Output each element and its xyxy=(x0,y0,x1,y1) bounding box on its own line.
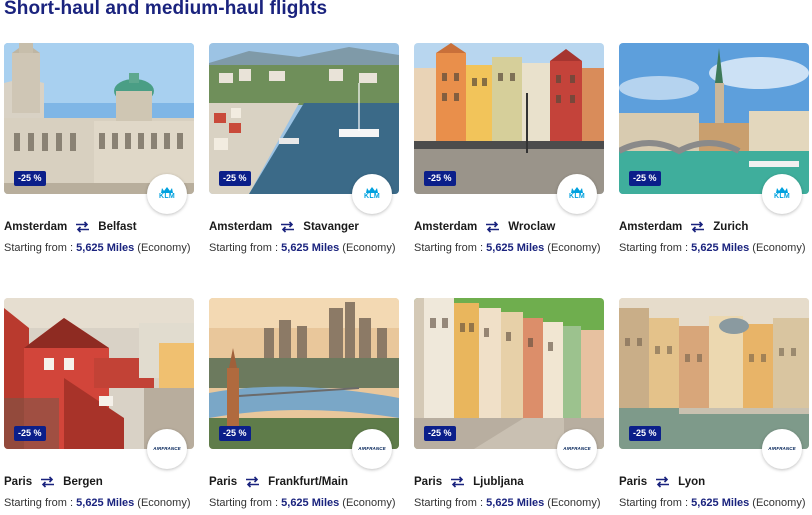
miles-amount: 5,625 Miles xyxy=(691,242,750,254)
discount-badge: -25 % xyxy=(424,171,456,186)
price-line: Starting from : 5,625 Miles (Economy) xyxy=(4,242,191,254)
route-label[interactable]: Amsterdam Belfast xyxy=(4,221,137,233)
origin-city: Amsterdam xyxy=(414,221,478,233)
route-label[interactable]: Amsterdam Wroclaw xyxy=(414,221,555,233)
price-line: Starting from : 5,625 Miles (Economy) xyxy=(619,497,806,509)
round-trip-arrows-icon xyxy=(281,221,295,233)
destination-card-lyon[interactable]: -25 % AIRFRANCE Paris Lyon Starting from… xyxy=(619,298,809,509)
discount-badge: -25 % xyxy=(629,426,661,441)
discount-badge: -25 % xyxy=(14,426,46,441)
air-france-logo-icon: AIRFRANCE xyxy=(557,429,597,469)
section-title: Short-haul and medium-haul flights xyxy=(4,0,328,19)
price-line: Starting from : 5,625 Miles (Economy) xyxy=(414,242,601,254)
destination-city: Frankfurt/Main xyxy=(268,476,349,488)
cabin-class: (Economy) xyxy=(137,497,191,509)
destination-city: Bergen xyxy=(63,476,103,488)
destination-city: Wroclaw xyxy=(508,221,556,233)
miles-amount: 5,625 Miles xyxy=(281,242,340,254)
cabin-class: (Economy) xyxy=(547,497,601,509)
round-trip-arrows-icon xyxy=(691,221,705,233)
destination-card-stavanger[interactable]: -25 % KLM Amsterdam Stavanger Starting f… xyxy=(209,43,399,254)
price-line: Starting from : 5,625 Miles (Economy) xyxy=(4,497,191,509)
destination-city: Ljubljana xyxy=(473,476,524,488)
round-trip-arrows-icon xyxy=(486,221,500,233)
origin-city: Paris xyxy=(209,476,238,488)
route-label[interactable]: Paris Frankfurt/Main xyxy=(209,476,348,488)
discount-badge: -25 % xyxy=(629,171,661,186)
origin-city: Paris xyxy=(619,476,648,488)
origin-city: Amsterdam xyxy=(209,221,273,233)
cabin-class: (Economy) xyxy=(137,242,191,254)
destination-card-zurich[interactable]: -25 % KLM Amsterdam Zurich Starting from… xyxy=(619,43,809,254)
klm-logo-icon: KLM xyxy=(147,174,187,214)
miles-amount: 5,625 Miles xyxy=(486,497,545,509)
destination-city: Stavanger xyxy=(303,221,359,233)
destination-city: Belfast xyxy=(98,221,137,233)
discount-badge: -25 % xyxy=(219,426,251,441)
air-france-logo-icon: AIRFRANCE xyxy=(352,429,392,469)
destination-city: Lyon xyxy=(678,476,706,488)
cabin-class: (Economy) xyxy=(547,242,601,254)
destination-card-frankfurt[interactable]: -25 % AIRFRANCE Paris Frankfurt/Main Sta… xyxy=(209,298,399,509)
miles-amount: 5,625 Miles xyxy=(76,497,135,509)
price-line: Starting from : 5,625 Miles (Economy) xyxy=(414,497,601,509)
route-label[interactable]: Paris Bergen xyxy=(4,476,103,488)
round-trip-arrows-icon xyxy=(76,221,90,233)
destination-card-ljubljana[interactable]: -25 % AIRFRANCE Paris Ljubljana Starting… xyxy=(414,298,604,509)
destination-card-wroclaw[interactable]: -25 % KLM Amsterdam Wroclaw Starting fro… xyxy=(414,43,604,254)
destination-card-belfast[interactable]: -25 % KLM Amsterdam Belfast Starting fro… xyxy=(4,43,194,254)
destination-city: Zurich xyxy=(713,221,749,233)
price-line: Starting from : 5,625 Miles (Economy) xyxy=(619,242,806,254)
origin-city: Paris xyxy=(414,476,443,488)
route-label[interactable]: Amsterdam Zurich xyxy=(619,221,748,233)
klm-logo-icon: KLM xyxy=(352,174,392,214)
route-label[interactable]: Paris Ljubljana xyxy=(414,476,524,488)
klm-logo-icon: KLM xyxy=(557,174,597,214)
klm-logo-icon: KLM xyxy=(762,174,802,214)
round-trip-arrows-icon xyxy=(656,476,670,488)
round-trip-arrows-icon xyxy=(41,476,55,488)
discount-badge: -25 % xyxy=(14,171,46,186)
origin-city: Amsterdam xyxy=(619,221,683,233)
miles-amount: 5,625 Miles xyxy=(281,497,340,509)
route-label[interactable]: Amsterdam Stavanger xyxy=(209,221,359,233)
route-label[interactable]: Paris Lyon xyxy=(619,476,705,488)
cabin-class: (Economy) xyxy=(342,497,396,509)
price-line: Starting from : 5,625 Miles (Economy) xyxy=(209,242,396,254)
round-trip-arrows-icon xyxy=(246,476,260,488)
cabin-class: (Economy) xyxy=(342,242,396,254)
destination-grid: -25 % KLM Amsterdam Belfast Starting fro… xyxy=(4,43,810,509)
cabin-class: (Economy) xyxy=(752,497,806,509)
price-line: Starting from : 5,625 Miles (Economy) xyxy=(209,497,396,509)
cabin-class: (Economy) xyxy=(752,242,806,254)
air-france-logo-icon: AIRFRANCE xyxy=(147,429,187,469)
origin-city: Amsterdam xyxy=(4,221,68,233)
miles-amount: 5,625 Miles xyxy=(486,242,545,254)
air-france-logo-icon: AIRFRANCE xyxy=(762,429,802,469)
destination-card-bergen[interactable]: -25 % AIRFRANCE Paris Bergen Starting fr… xyxy=(4,298,194,509)
round-trip-arrows-icon xyxy=(451,476,465,488)
miles-amount: 5,625 Miles xyxy=(691,497,750,509)
discount-badge: -25 % xyxy=(424,426,456,441)
discount-badge: -25 % xyxy=(219,171,251,186)
origin-city: Paris xyxy=(4,476,33,488)
miles-amount: 5,625 Miles xyxy=(76,242,135,254)
